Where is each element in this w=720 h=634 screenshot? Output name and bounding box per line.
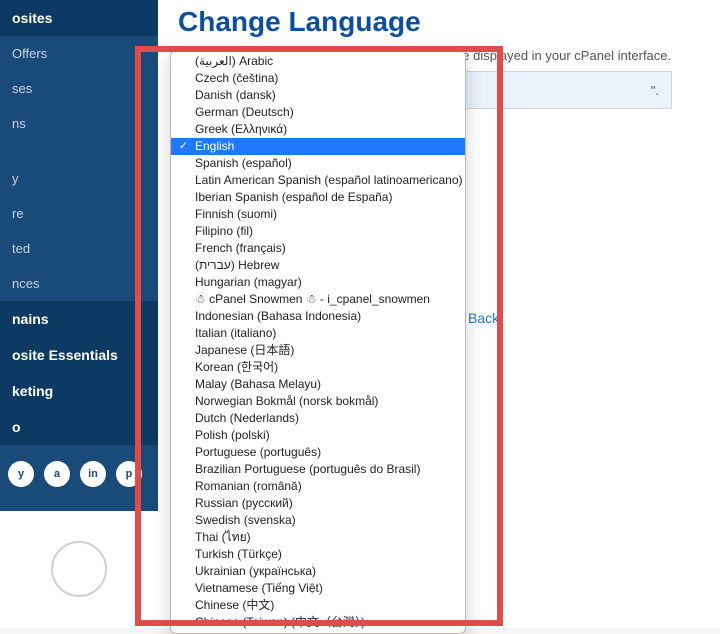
- language-option[interactable]: Iberian Spanish (español de España): [171, 189, 465, 206]
- page-title: Change Language: [168, 0, 720, 48]
- youtube-icon[interactable]: a: [44, 461, 70, 487]
- language-option[interactable]: Brazilian Portuguese (português do Brasi…: [171, 461, 465, 478]
- language-option[interactable]: (עברית) Hebrew: [171, 257, 465, 274]
- language-option[interactable]: Spanish (español): [171, 155, 465, 172]
- language-option[interactable]: French (français): [171, 240, 465, 257]
- back-link[interactable]: Back: [468, 310, 499, 326]
- sidebar-header-essentials[interactable]: osite Essentials: [0, 337, 158, 373]
- sidebar-item[interactable]: re: [0, 196, 158, 231]
- twitter-icon[interactable]: y: [8, 461, 34, 487]
- language-option[interactable]: Vietnamese (Tiếng Việt): [171, 580, 465, 597]
- language-option[interactable]: Filipino (fil): [171, 223, 465, 240]
- language-option[interactable]: Hungarian (magyar): [171, 274, 465, 291]
- language-option[interactable]: Indonesian (Bahasa Indonesia): [171, 308, 465, 325]
- language-option[interactable]: ☃ cPanel Snowmen ☃ - i_cpanel_snowmen: [171, 291, 465, 308]
- language-option[interactable]: Turkish (Türkçe): [171, 546, 465, 563]
- language-option[interactable]: German (Deutsch): [171, 104, 465, 121]
- linkedin-icon[interactable]: in: [80, 461, 106, 487]
- language-option[interactable]: Portuguese (português): [171, 444, 465, 461]
- input-suffix: ".: [651, 83, 659, 98]
- language-option[interactable]: Chinese (Taiwan) (中文（台灣）): [171, 614, 465, 631]
- sidebar-item[interactable]: ns: [0, 106, 158, 141]
- language-dropdown[interactable]: (العربية) ArabicCzech (čeština)Danish (d…: [170, 50, 466, 634]
- sidebar-item[interactable]: ted: [0, 231, 158, 266]
- language-option[interactable]: Romanian (română): [171, 478, 465, 495]
- language-option[interactable]: Finnish (suomi): [171, 206, 465, 223]
- sidebar-item[interactable]: nces: [0, 266, 158, 301]
- sidebar-item[interactable]: y: [0, 161, 158, 196]
- sidebar-header-domains[interactable]: nains: [0, 301, 158, 337]
- sidebar-header-marketing[interactable]: keting: [0, 373, 158, 409]
- sidebar-header-o[interactable]: o: [0, 409, 158, 445]
- language-option[interactable]: Czech (čeština): [171, 70, 465, 87]
- language-option[interactable]: Malay (Bahasa Melayu): [171, 376, 465, 393]
- language-option[interactable]: Danish (dansk): [171, 87, 465, 104]
- language-option[interactable]: Japanese (日本語): [171, 342, 465, 359]
- language-option[interactable]: Latin American Spanish (español latinoam…: [171, 172, 465, 189]
- language-option[interactable]: Russian (русский): [171, 495, 465, 512]
- language-option[interactable]: Dutch (Nederlands): [171, 410, 465, 427]
- sidebar-item[interactable]: ses: [0, 71, 158, 106]
- language-option[interactable]: Chinese (中文): [171, 597, 465, 614]
- language-option[interactable]: Korean (한국어): [171, 359, 465, 376]
- sidebar-header-hosting[interactable]: osites: [0, 0, 158, 36]
- language-option[interactable]: (العربية) Arabic: [171, 53, 465, 70]
- language-option[interactable]: Italian (italiano): [171, 325, 465, 342]
- language-option[interactable]: English: [171, 138, 465, 155]
- language-option[interactable]: Polish (polski): [171, 427, 465, 444]
- pinterest-icon[interactable]: p: [116, 461, 142, 487]
- sidebar: osites Offers ses ns y re ted nces nains…: [0, 0, 158, 628]
- language-option[interactable]: Swedish (svenska): [171, 512, 465, 529]
- social-row: y a in p: [0, 445, 158, 503]
- language-option[interactable]: Ukrainian (українська): [171, 563, 465, 580]
- language-option[interactable]: Greek (Ελληνικά): [171, 121, 465, 138]
- sidebar-item-offers[interactable]: Offers: [0, 36, 158, 71]
- language-option[interactable]: Norwegian Bokmål (norsk bokmål): [171, 393, 465, 410]
- usage-gauge: [51, 541, 107, 597]
- language-option[interactable]: Thai (ไทย): [171, 529, 465, 546]
